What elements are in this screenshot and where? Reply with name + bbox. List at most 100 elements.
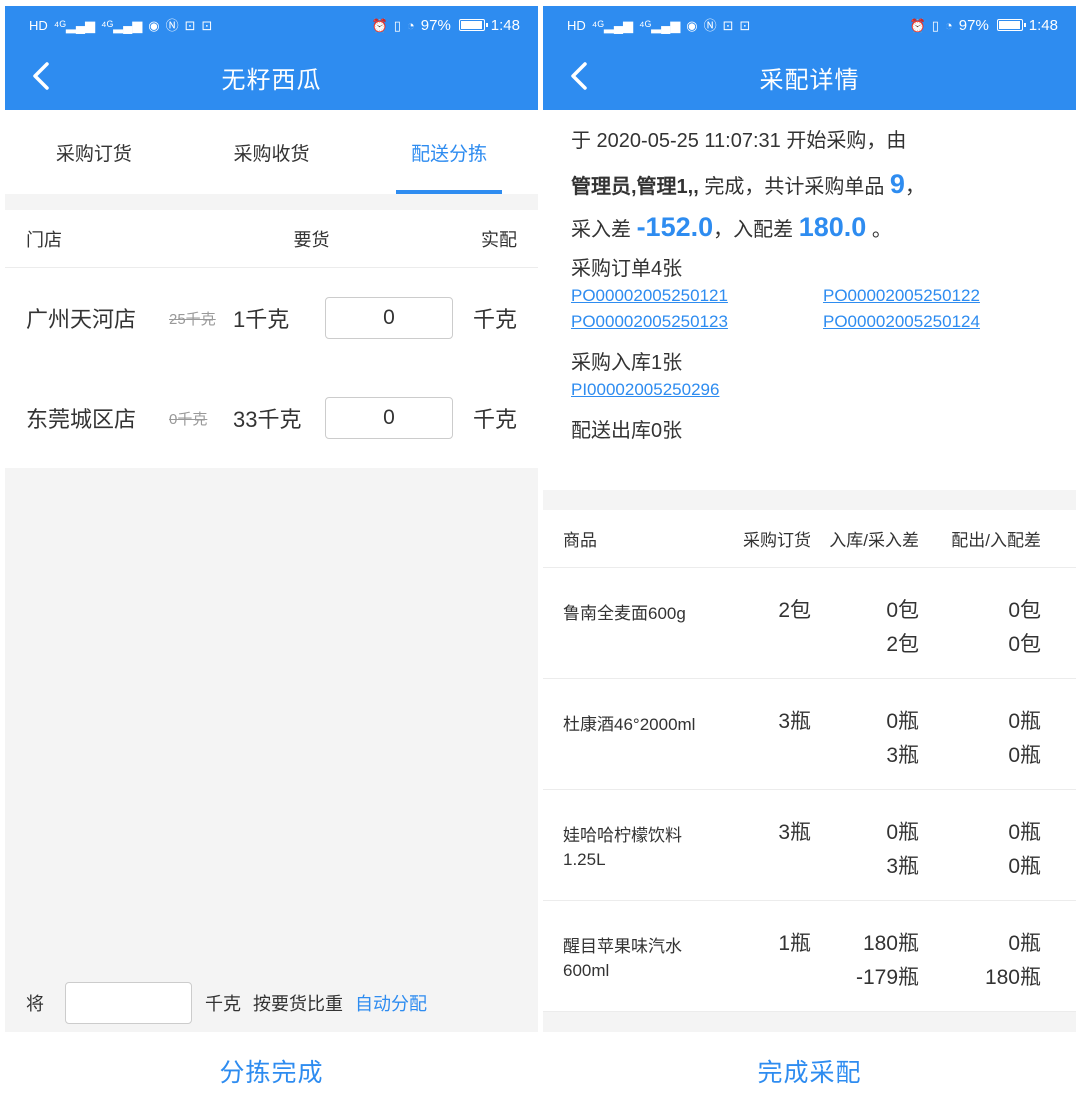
- nfc-icon: Ⓝ: [165, 17, 179, 33]
- store-table-header: 门店 要货 实配: [5, 210, 538, 268]
- header-order: 采购订货: [743, 531, 811, 550]
- nfc-icon: Ⓝ: [703, 17, 717, 33]
- summary-comma: ，: [904, 176, 925, 198]
- product-name: 娃哈哈柠檬饮料1.25L: [563, 826, 682, 869]
- diff-in-label: 采入差: [571, 219, 637, 241]
- operator-name: 管理员,管理1,,: [571, 176, 699, 198]
- back-arrow-icon[interactable]: [563, 58, 599, 94]
- battery-icon: [458, 19, 488, 31]
- pi-link[interactable]: PI00002005250296: [571, 377, 823, 403]
- status-bar: HD ⁴ᴳ▂▄▆ ⁴ᴳ▂▄▆ ◉ Ⓝ ⊡ ⊡ ⏰ ▯ ◔ 97% 1:48: [543, 6, 1076, 44]
- nav-bar: 采配详情: [543, 44, 1076, 110]
- page-title: 采配详情: [759, 66, 860, 94]
- header-in: 入库/采入差: [829, 531, 919, 550]
- tab-purchase-receive[interactable]: 采购收货: [183, 110, 361, 194]
- po-section-title: 采购订单4张: [571, 258, 683, 280]
- summary-line-diff: 采入差 -152.0，入配差 180.0 。: [571, 206, 1048, 249]
- speed-icon: ◔: [944, 17, 953, 33]
- battery-fill: [998, 21, 1021, 29]
- product-row: 醒目苹果味汽水600ml 1瓶 180瓶 -179瓶 0瓶 180瓶: [543, 901, 1076, 1012]
- product-name: 鲁南全麦面600g: [563, 604, 686, 623]
- vibrate-icon: ▯: [931, 17, 939, 33]
- signal-icon-2: ⁴ᴳ▂▄▆: [101, 17, 143, 33]
- order-qty: 3瓶: [778, 821, 811, 844]
- signal-icon: ⁴ᴳ▂▄▆: [591, 17, 634, 33]
- store-row: 广州天河店 25千克 1千克 0 千克: [5, 268, 538, 368]
- out-qty: 0瓶 0瓶: [919, 816, 1041, 884]
- status-bar: HD ⁴ᴳ▂▄▆ ⁴ᴳ▂▄▆ ◉ Ⓝ ⊡ ⊡ ⏰ ▯ ◔ 97% 1:48: [5, 6, 538, 44]
- tab-bar: 采购订货 采购收货 配送分拣: [5, 110, 538, 194]
- battery-icon: [996, 19, 1026, 31]
- summary-period: 。: [866, 219, 892, 241]
- eye-icon: ◉: [148, 17, 160, 33]
- screens: HD ⁴ᴳ▂▄▆ ⁴ᴳ▂▄▆ ◉ Ⓝ ⊡ ⊡ ⏰ ▯ ◔ 97% 1:48 无籽…: [0, 0, 1080, 1115]
- in-value: 180瓶: [862, 932, 919, 955]
- out-section-title: 配送出库0张: [571, 420, 683, 442]
- order-qty: 3瓶: [778, 710, 811, 733]
- allocate-amount-input[interactable]: [65, 982, 192, 1024]
- out-qty: 0瓶 180瓶: [919, 927, 1041, 995]
- battery-percent: 97%: [420, 16, 451, 34]
- po-link[interactable]: PO00002005250121: [571, 283, 823, 309]
- message-icon-2: ⊡: [739, 17, 751, 33]
- right-screen: HD ⁴ᴳ▂▄▆ ⁴ᴳ▂▄▆ ◉ Ⓝ ⊡ ⊡ ⏰ ▯ ◔ 97% 1:48 采配…: [543, 6, 1076, 1109]
- purchase-summary: 于 2020-05-25 11:07:31 开始采购，由 管理员,管理1,, 完…: [543, 110, 1076, 490]
- summary-line-operator: 管理员,管理1,, 完成，共计采购单品 9，: [571, 163, 1048, 206]
- product-table-header: 商品 采购订货 入库/采入差 配出/入配差: [543, 510, 1076, 568]
- diff-out-value: 180.0: [798, 212, 867, 242]
- tab-distribution-sort[interactable]: 配送分拣: [360, 110, 538, 194]
- back-arrow-icon[interactable]: [25, 58, 61, 94]
- message-icon: ⊡: [184, 17, 196, 33]
- allocate-bar: 将 千克 按要货比重 自动分配: [5, 974, 538, 1032]
- in-diff: 2包: [886, 633, 919, 656]
- store-name: 东莞城区店: [26, 407, 137, 432]
- auto-allocate-link[interactable]: 自动分配: [355, 990, 427, 1016]
- out-qty: 0包 0包: [919, 594, 1041, 662]
- message-icon-2: ⊡: [201, 17, 213, 33]
- product-row: 娃哈哈柠檬饮料1.25L 3瓶 0瓶 3瓶 0瓶 0瓶: [543, 790, 1076, 901]
- allocate-unit: 千克: [205, 994, 241, 1014]
- clock: 1:48: [1028, 16, 1058, 34]
- signal-icon: ⁴ᴳ▂▄▆: [53, 17, 96, 33]
- old-request: 0千克: [169, 410, 208, 428]
- hd-icon: HD: [567, 17, 586, 33]
- in-diff: -179瓶: [855, 966, 919, 989]
- header-out: 配出/入配差: [951, 531, 1041, 550]
- store-name: 广州天河店: [26, 307, 137, 332]
- status-icons-right: ⏰ ▯ ◔ 97% 1:48: [910, 17, 1058, 34]
- tab-purchase-order[interactable]: 采购订货: [5, 110, 183, 194]
- in-value: 0包: [886, 599, 919, 622]
- po-links: PO00002005250121 PO00002005250122 PO0000…: [571, 283, 1048, 335]
- out-diff: 0瓶: [1008, 744, 1041, 767]
- actual-qty-input[interactable]: 0: [325, 297, 453, 339]
- vibrate-icon: ▯: [393, 17, 401, 33]
- alarm-icon: ⏰: [909, 17, 926, 33]
- diff-in-value: -152.0: [636, 212, 714, 242]
- out-value: 0包: [1008, 599, 1041, 622]
- eye-icon: ◉: [686, 17, 698, 33]
- sort-complete-button[interactable]: 分拣完成: [5, 1032, 538, 1109]
- signal-icon-2: ⁴ᴳ▂▄▆: [639, 17, 681, 33]
- actual-qty-input[interactable]: 0: [325, 397, 453, 439]
- in-qty: 0瓶 3瓶: [811, 705, 919, 773]
- in-qty: 0包 2包: [811, 594, 919, 662]
- diff-out-label: ，入配差: [713, 219, 799, 241]
- out-value: 0瓶: [1008, 710, 1041, 733]
- po-link[interactable]: PO00002005250122: [823, 283, 1043, 309]
- out-value: 0瓶: [1008, 932, 1041, 955]
- speed-icon: ◔: [406, 17, 415, 33]
- complete-procurement-button[interactable]: 完成采配: [543, 1032, 1076, 1109]
- unit-label: 千克: [472, 307, 517, 332]
- po-link[interactable]: PO00002005250123: [571, 309, 823, 335]
- clock: 1:48: [490, 16, 520, 34]
- po-link[interactable]: PO00002005250124: [823, 309, 1043, 335]
- message-icon: ⊡: [722, 17, 734, 33]
- in-qty: 180瓶 -179瓶: [811, 927, 919, 995]
- request-amount: 33千克: [233, 407, 302, 432]
- out-diff: 0瓶: [1008, 855, 1041, 878]
- header-actual: 实配: [481, 229, 517, 250]
- in-diff: 3瓶: [886, 744, 919, 767]
- product-row: 鲁南全麦面600g 2包 0包 2包 0包 0包: [543, 568, 1076, 679]
